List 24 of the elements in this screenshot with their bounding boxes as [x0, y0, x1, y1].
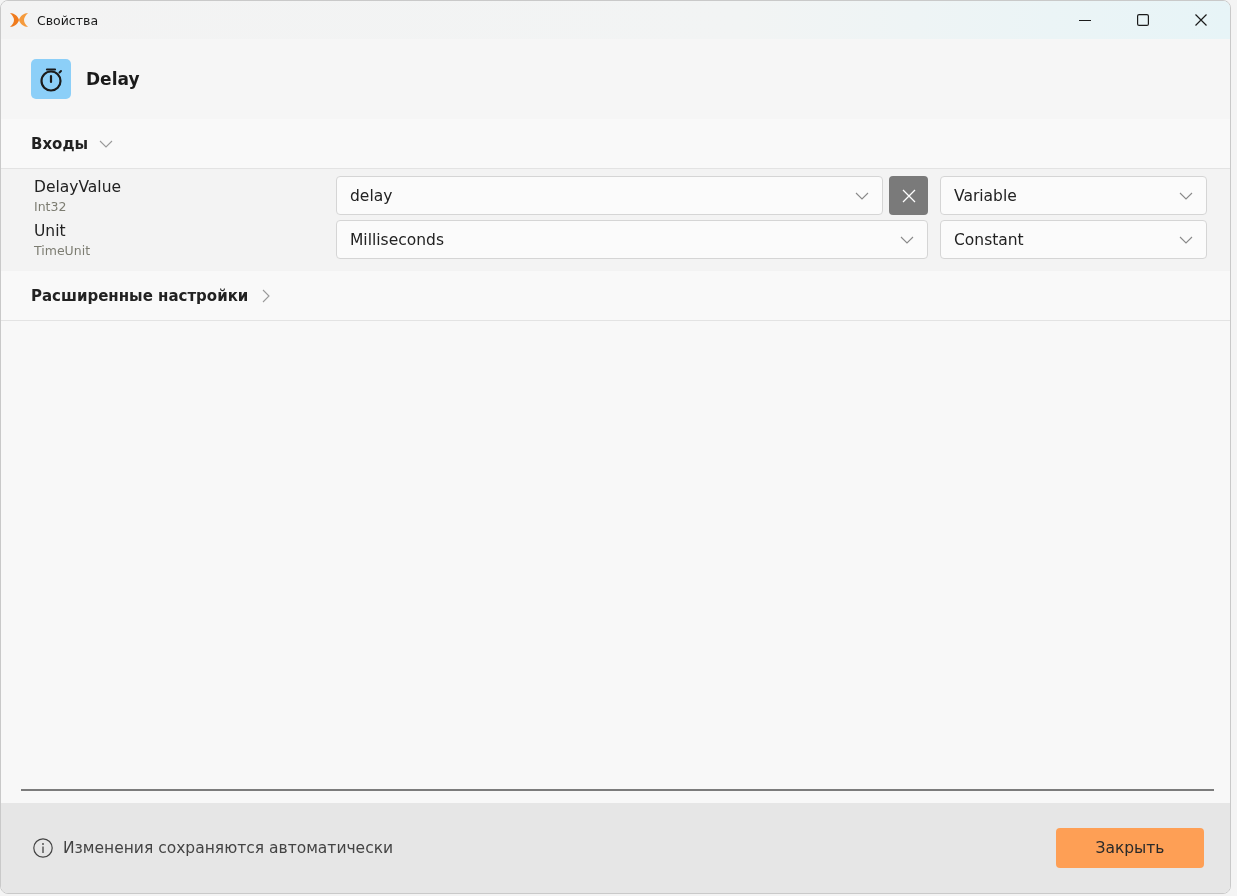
chevron-down-icon — [1179, 235, 1193, 244]
activity-title: Delay — [86, 69, 140, 89]
parameter-name: DelayValue — [34, 176, 122, 198]
parameter-name: Unit — [34, 220, 67, 242]
parameter-type: Int32 — [34, 197, 68, 215]
parameter-type: TimeUnit — [34, 241, 92, 259]
chevron-down-icon — [855, 191, 869, 200]
close-dialog-button[interactable]: Закрыть — [1056, 828, 1204, 868]
close-icon — [1195, 14, 1207, 26]
mode-dropdown[interactable]: Variable — [940, 176, 1207, 215]
chevron-down-icon — [900, 235, 914, 244]
chevron-down-icon — [1179, 191, 1193, 200]
value-dropdown[interactable]: delay — [336, 176, 883, 215]
stopwatch-icon — [31, 59, 71, 99]
maximize-icon — [1137, 14, 1149, 26]
minimize-icon — [1079, 19, 1091, 21]
info-icon — [33, 838, 53, 858]
butterfly-logo-icon — [10, 13, 28, 27]
mode-dropdown[interactable]: Constant — [940, 220, 1207, 259]
value-dropdown[interactable]: Milliseconds — [336, 220, 928, 259]
autosave-note: Изменения сохраняются автоматически — [63, 839, 394, 857]
clear-button[interactable] — [889, 176, 928, 215]
window-title: Свойства — [37, 12, 99, 28]
close-icon — [901, 188, 916, 203]
